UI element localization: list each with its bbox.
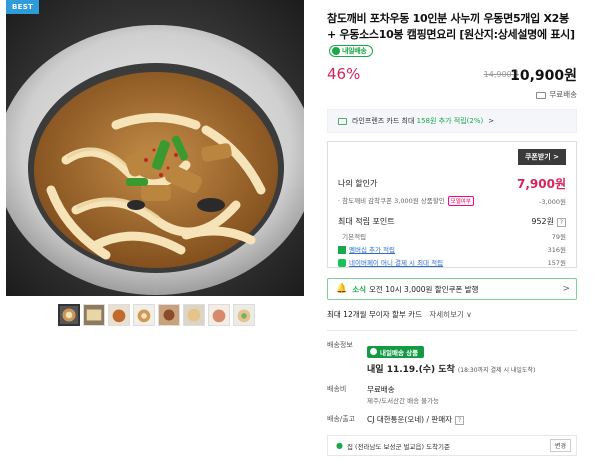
card-icon (338, 117, 347, 125)
product-main-image[interactable]: BEST (6, 0, 304, 296)
chevron-right-icon: > (488, 117, 495, 125)
coupon-notice-banner[interactable]: 🔔 소식 오전 10시 3,000원 할인쿠폰 발행 > (327, 278, 577, 300)
installment-row: 최대 12개월 무이자 할부 카드 자세히보기 ∨ (327, 309, 577, 320)
shipping-key-delivery: 배송정보 (327, 341, 353, 349)
shipping-key-carrier: 배송/출고 (327, 415, 356, 423)
coupon-row: · 참도깨비 감착쿠폰 3,000원 상품할인 모델여부 -3,000원 (338, 195, 566, 206)
shipping-key-fee: 배송비 (327, 385, 347, 393)
my-discount-label: 나의 할인가 (338, 179, 378, 188)
delivery-icon (332, 47, 340, 55)
product-title: 참도깨비 포차우동 10인분 사누끼 우동면5개입 X2봉 + 우동소스10봉 … (327, 11, 577, 59)
delivery-tag-label: 내일배송 (342, 47, 367, 55)
product-title-text: 참도깨비 포차우동 10인분 사누끼 우동면5개입 X2봉 + 우동소스10봉 … (327, 12, 575, 41)
thumbnail-6[interactable] (183, 304, 205, 326)
shipping-fee: 무료배송 (367, 385, 395, 394)
thumbnail-3[interactable] (108, 304, 130, 326)
arrival-date-text: 내일 11.19.(수) 도착 (367, 365, 455, 375)
divider (327, 330, 577, 331)
installment-more-link[interactable]: 자세히보기 ∨ (429, 310, 471, 319)
membership-points-label: 멤버십 추가 적립 (338, 244, 395, 254)
basic-points-text: 기본적립 (342, 233, 367, 241)
thumbnail-8[interactable] (233, 304, 255, 326)
notice-tag: 소식 (352, 284, 367, 294)
card-benefit-banner[interactable]: 라인프렌즈 카드 최대 158원 추가 적립(2%) > (327, 109, 577, 133)
naverpay-points-link[interactable]: 네이버페이 머니 결제 시 최대 적립 (349, 259, 443, 267)
location-text: 집 (전라남도 보성군 벌교읍) 도착기준 (346, 442, 451, 451)
thumbnail-4[interactable] (133, 304, 155, 326)
naverpay-icon (338, 259, 346, 267)
points-row: 최대 적립 포인트 952원? (338, 216, 566, 227)
arrival-date: 내일 11.19.(수) 도착 (18:30까지 결제 시 내일도착) (367, 362, 535, 375)
card-banner-text: 라인프렌즈 카드 최대 (352, 117, 417, 125)
coupon-tag: 모델여부 (447, 196, 474, 206)
card-banner-highlight: 158원 추가 적립(2%) (416, 117, 484, 125)
tomorrow-delivery-badge: 내일배송 상품 (367, 345, 425, 358)
coupon-amount: -3,000원 (539, 197, 566, 206)
product-info-panel: 참도깨비 포차우동 10인분 사누끼 우동면5개입 X2봉 + 우동소스10봉 … (327, 0, 577, 456)
chevron-right-icon: > (562, 284, 570, 294)
thumbnail-5[interactable] (158, 304, 180, 326)
shipping-row-carrier: 배송/출고 CJ 대한통운(오네) / 판매자? (327, 414, 577, 425)
coupon-desc-text: 참도깨비 감착쿠폰 3,000원 상품할인 (342, 197, 445, 205)
membership-icon (338, 246, 346, 254)
notice-text: 오전 10시 3,000원 할인쿠폰 발행 (369, 284, 479, 294)
free-shipping-label: 무료배송 (549, 90, 577, 99)
coupon-box: 쿠폰받기 > 나의 할인가 7,900원 · 참도깨비 감착쿠폰 3,000원 … (327, 141, 577, 268)
points-total-value: 952원 (531, 217, 554, 226)
basic-points-value: 79원 (551, 233, 566, 241)
naverpay-points-value: 157원 (547, 259, 566, 267)
best-badge: BEST (6, 0, 40, 14)
points-membership-row: 멤버십 추가 적립 316원 (338, 244, 566, 254)
get-coupon-button[interactable]: 쿠폰받기 > (517, 149, 566, 165)
change-location-button[interactable]: 변경 (549, 439, 571, 452)
shipping-row-delivery: 배송정보 내일배송 상품 내일 11.19.(수) 도착 (18:30까지 결제… (327, 340, 577, 375)
membership-points-value: 316원 (547, 246, 566, 254)
help-icon[interactable]: ? (455, 416, 465, 425)
thumbnail-strip (58, 304, 255, 326)
location-pin-icon: ● (336, 441, 343, 450)
installment-text: 최대 12개월 무이자 할부 카드 (327, 310, 422, 319)
arrival-note: (18:30까지 결제 시 내일도착) (457, 367, 536, 374)
my-discount-price: 7,900원 (517, 177, 566, 191)
sale-price: 10,900원 (510, 68, 577, 84)
price-row: 46% 14,900원 10,900원 (327, 65, 577, 91)
points-naverpay-row: 네이버페이 머니 결제 시 최대 적립 157원 (338, 257, 566, 267)
points-total: 952원? (531, 216, 566, 227)
carrier-text: CJ 대한통운(오네) / 판매자 (367, 415, 453, 424)
delivery-icon (370, 348, 377, 355)
truck-icon (536, 91, 547, 99)
shipping-row-fee: 배송비 무료배송 제주/도서산간 배송 불가능 (327, 384, 577, 405)
tomorrow-delivery-label: 내일배송 상품 (380, 348, 419, 357)
basic-points-label: 기본적립 (338, 231, 366, 241)
points-basic-row: 기본적립 79원 (338, 231, 566, 241)
membership-points-link[interactable]: 멤버십 추가 적립 (349, 246, 395, 254)
udon-bowl-illustration (6, 0, 304, 296)
help-icon[interactable]: ? (557, 218, 566, 227)
discount-rate: 46% (327, 65, 361, 83)
coupon-desc: · 참도깨비 감착쿠폰 3,000원 상품할인 모델여부 (338, 195, 474, 206)
thumbnail-7[interactable] (208, 304, 230, 326)
shipping-info: 배송정보 내일배송 상품 내일 11.19.(수) 도착 (18:30까지 결제… (327, 340, 577, 425)
location-bar: ● 집 (전라남도 보성군 벌교읍) 도착기준 변경 (327, 435, 577, 456)
naverpay-points-label: 네이버페이 머니 결제 시 최대 적립 (338, 257, 443, 267)
delivery-tag: 내일배송 (329, 45, 373, 57)
thumbnail-2[interactable] (83, 304, 105, 326)
my-discount-row: 나의 할인가 7,900원 (338, 175, 566, 192)
points-label: 최대 적립 포인트 (338, 217, 395, 226)
thumbnail-1[interactable] (58, 304, 80, 326)
carrier: CJ 대한통운(오네) / 판매자? (367, 414, 465, 425)
shipping-fee-note: 제주/도서산간 배송 불가능 (367, 397, 440, 405)
bell-icon: 🔔 (336, 284, 348, 294)
